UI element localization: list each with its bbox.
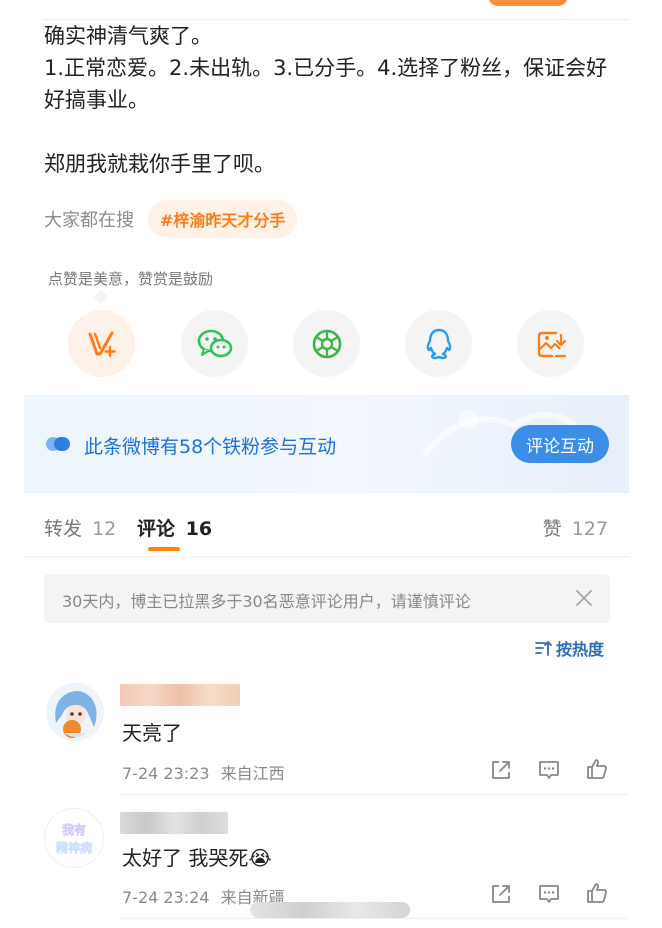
share-wechat-button[interactable] xyxy=(181,310,248,377)
share-icon[interactable] xyxy=(489,882,513,906)
avatar[interactable]: 我有 精神病 xyxy=(44,808,104,868)
svg-text:我有: 我有 xyxy=(62,822,86,837)
sort-by-hot-button[interactable]: 按热度 xyxy=(534,636,604,660)
tab-like-count: 127 xyxy=(571,518,608,540)
tab-like[interactable]: 赞 127 xyxy=(543,514,608,541)
sort-label: 按热度 xyxy=(556,640,605,659)
reply-icon[interactable] xyxy=(537,882,561,906)
blurred-overlay xyxy=(250,902,410,918)
tab-like-label: 赞 xyxy=(542,518,562,540)
post-line-1: 确实神清气爽了。 xyxy=(44,24,212,48)
trending-label: 大家都在搜 xyxy=(44,210,134,231)
close-icon[interactable] xyxy=(576,590,592,606)
wechat-icon xyxy=(197,329,232,357)
anime-avatar-image xyxy=(55,691,97,738)
svg-text:精神病: 精神病 xyxy=(56,840,92,855)
praise-tip: 点赞是美意，赞赏是鼓励 xyxy=(48,270,214,288)
qq-icon xyxy=(426,328,451,359)
tab-comment[interactable]: 评论 16 xyxy=(137,514,212,541)
post-body: 确实神清气爽了。 1.正常恋爱。2.未出轨。3.已分手。4.选择了粉丝，保证会好… xyxy=(44,20,624,180)
comment-text: 天亮了 xyxy=(122,721,182,745)
share-qq-button[interactable] xyxy=(405,310,472,377)
like-icon[interactable] xyxy=(585,881,609,905)
tab-repost[interactable]: 转发 12 xyxy=(44,514,116,541)
comment-interact-button[interactable]: 评论互动 xyxy=(511,425,609,463)
comment-time: 7-24 23:24 xyxy=(122,888,210,907)
moments-icon xyxy=(312,329,341,358)
trending-search-row: 大家都在搜 #梓渝昨天才分手 xyxy=(44,200,298,238)
tip-arrow xyxy=(93,289,109,305)
like-icon[interactable] xyxy=(585,757,609,781)
sort-icon xyxy=(535,641,552,656)
avatar[interactable] xyxy=(46,683,104,741)
tabs-divider xyxy=(24,556,629,557)
reply-icon[interactable] xyxy=(537,758,561,782)
tab-comment-label: 评论 xyxy=(137,518,176,540)
comment-text: 太好了 我哭死😭 xyxy=(122,846,272,870)
comment-divider xyxy=(120,918,628,919)
share-moments-button[interactable] xyxy=(293,310,360,377)
save-image-button[interactable] xyxy=(517,310,584,377)
comment-divider xyxy=(120,794,628,795)
username-blurred[interactable] xyxy=(120,812,228,834)
active-tab-indicator xyxy=(148,547,180,551)
tip-v-icon xyxy=(88,331,116,357)
tab-comment-count: 16 xyxy=(185,518,213,540)
post-line-3: 郑朋我就栽你手里了呗。 xyxy=(44,152,275,176)
comment-time: 7-24 23:23 xyxy=(122,764,210,783)
follow-button-partial[interactable] xyxy=(488,0,568,6)
post-line-2: 1.正常恋爱。2.未出轨。3.已分手。4.选择了粉丝，保证会好好搞事业。 xyxy=(44,56,608,112)
tip-v-button[interactable] xyxy=(68,310,135,377)
share-icon[interactable] xyxy=(489,758,513,782)
sticker-avatar-image: 我有 精神病 xyxy=(56,822,93,856)
tab-repost-label: 转发 xyxy=(44,518,83,540)
trending-hashtag[interactable]: #梓渝昨天才分手 xyxy=(148,200,298,238)
tab-repost-count: 12 xyxy=(92,518,117,540)
comment-source: 来自江西 xyxy=(220,764,285,783)
fan-interaction-text: 此条微博有58个铁粉参与互动 xyxy=(84,436,337,458)
fan-icon xyxy=(46,437,70,451)
save-image-icon xyxy=(537,331,566,357)
comment-notice-text: 30天内，博主已拉黑多于30名恶意评论用户，请谨慎评论 xyxy=(62,592,471,611)
username-blurred[interactable] xyxy=(120,684,240,706)
comment-meta: 7-24 23:23 来自江西 xyxy=(122,760,285,784)
